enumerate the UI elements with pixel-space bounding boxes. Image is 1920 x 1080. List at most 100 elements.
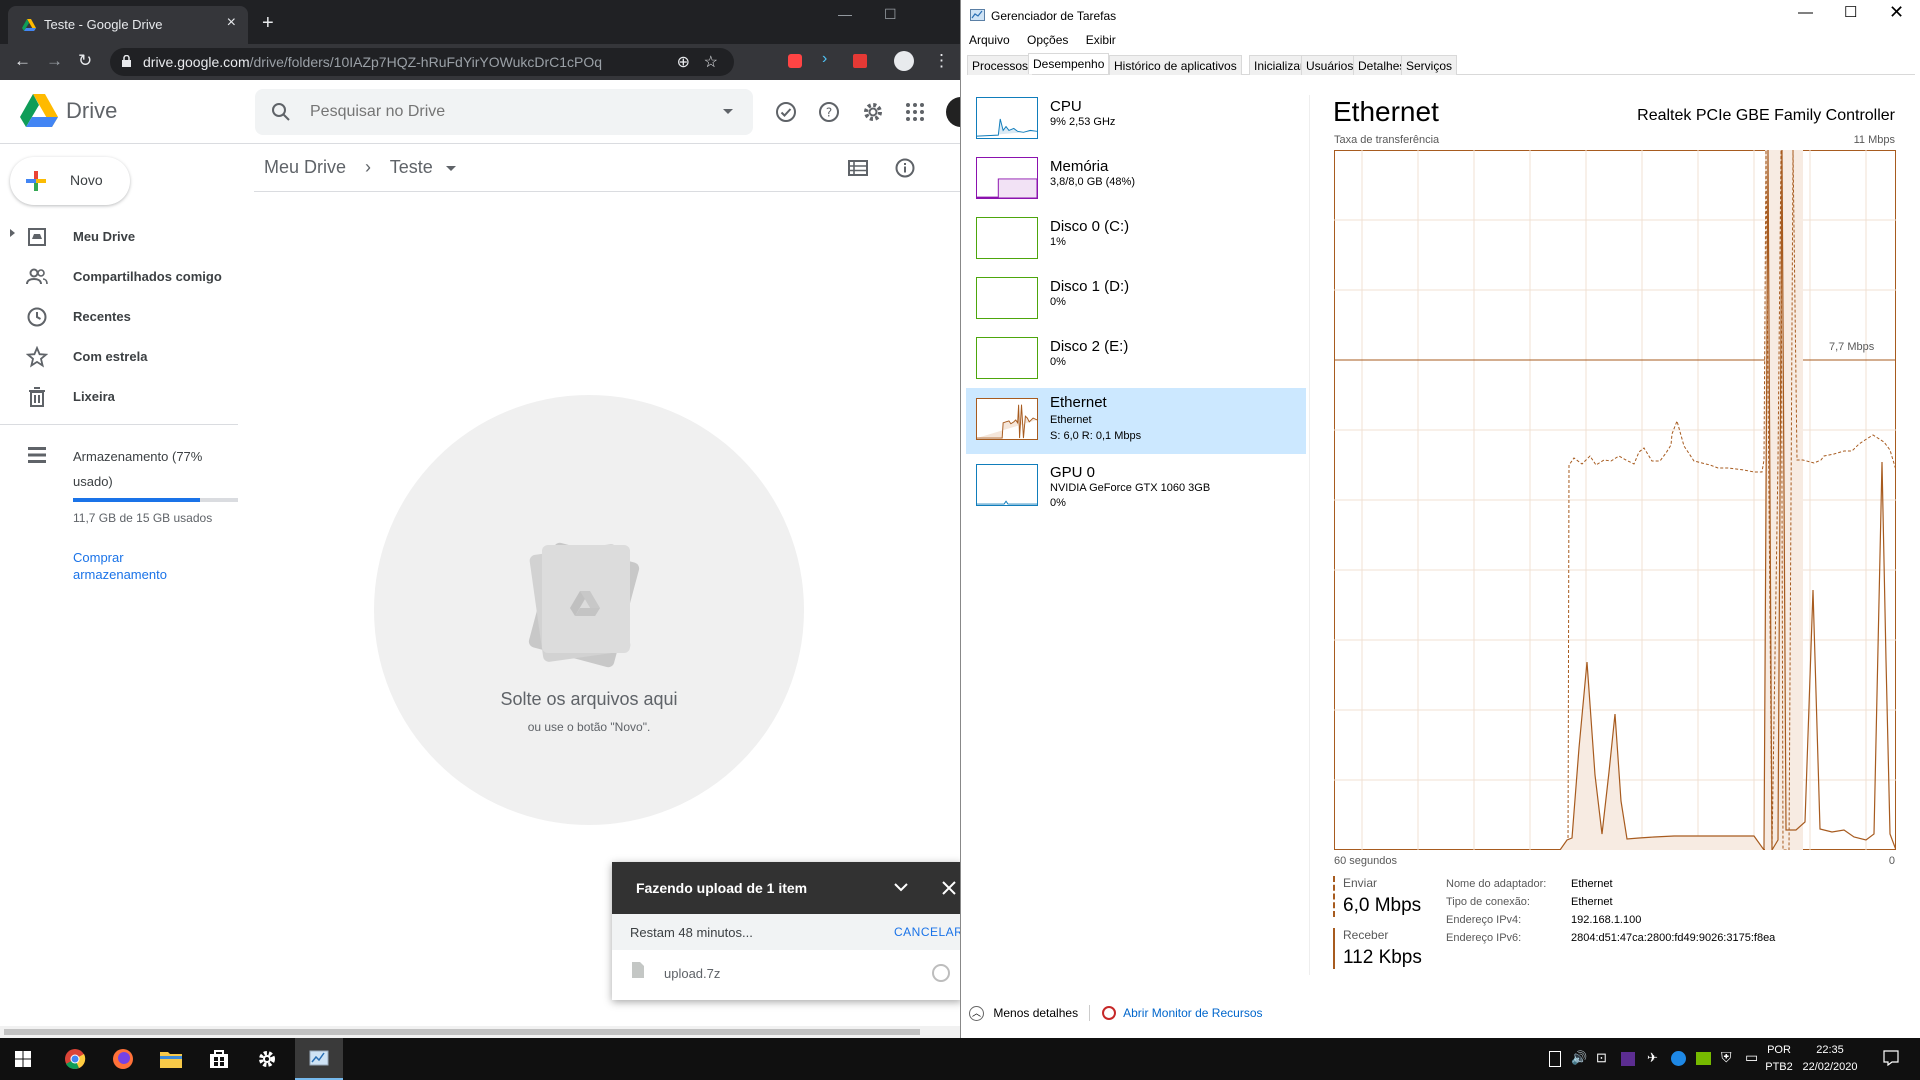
taskbar-store[interactable] — [195, 1038, 243, 1080]
close-icon[interactable] — [942, 881, 956, 895]
taskbar-settings[interactable] — [243, 1038, 291, 1080]
send-label: Enviar — [1343, 876, 1378, 890]
scrollbar-thumb[interactable] — [4, 1029, 920, 1035]
minimize-icon[interactable]: — — [838, 6, 852, 22]
offline-check-icon[interactable] — [774, 100, 798, 124]
back-icon[interactable]: ← — [14, 51, 31, 71]
resource-gpu[interactable]: GPU 0 NVIDIA GeForce GTX 1060 3GB 0% — [966, 457, 1306, 517]
chevron-up-icon[interactable]: ︿ — [969, 1005, 984, 1021]
notification-icon[interactable] — [1883, 1050, 1899, 1066]
apps-grid-icon[interactable] — [903, 100, 927, 124]
extension-icon[interactable] — [788, 54, 802, 68]
tab-app-history[interactable]: Histórico de aplicativos — [1109, 55, 1242, 75]
resource-sub: 9% 2,53 GHz — [1050, 116, 1116, 128]
star-icon — [26, 346, 48, 368]
tray-volume-icon[interactable]: 🔊 — [1571, 1050, 1587, 1066]
info-icon[interactable] — [894, 157, 916, 179]
menu-dots-icon[interactable]: ⋮ — [933, 51, 950, 71]
resource-name: CPU — [1050, 98, 1082, 115]
folder-menu-caret-icon[interactable] — [445, 165, 456, 171]
taskbar-chrome[interactable] — [51, 1038, 99, 1080]
star-icon[interactable]: ☆ — [704, 52, 718, 72]
profile-avatar-icon[interactable] — [894, 51, 914, 71]
resource-cpu[interactable]: CPU 9% 2,53 GHz — [966, 91, 1306, 149]
sidebar-item-starred[interactable]: Com estrela — [0, 338, 238, 374]
resource-memory[interactable]: Memória 3,8/8,0 GB (48%) — [966, 151, 1306, 209]
tray-clock[interactable]: 22:35 22/02/2020 — [1798, 1044, 1862, 1073]
cancel-upload-button[interactable]: CANCELAR — [894, 925, 960, 939]
resource-disk-1[interactable]: Disco 1 (D:) 0% — [966, 271, 1306, 329]
resource-disk-2[interactable]: Disco 2 (E:) 0% — [966, 331, 1306, 389]
add-icon[interactable]: ⊕ — [677, 52, 690, 72]
tm-title: Gerenciador de Tarefas — [991, 9, 1117, 23]
search-box[interactable] — [255, 89, 753, 135]
address-bar[interactable]: drive.google.com/drive/folders/10IAZp7HQ… — [110, 48, 734, 76]
reload-icon[interactable]: ↻ — [78, 51, 92, 71]
sidebar-item-shared[interactable]: Compartilhados comigo — [0, 258, 238, 294]
tray-app-icon[interactable] — [1621, 1052, 1635, 1066]
tray-monitor-icon[interactable]: ▭ — [1745, 1049, 1758, 1066]
list-view-icon[interactable] — [848, 158, 868, 178]
tm-minimize-icon[interactable]: — — [1798, 4, 1813, 21]
search-input[interactable] — [310, 101, 690, 123]
taskbar-file-explorer[interactable] — [147, 1038, 195, 1080]
tray-notes-icon[interactable] — [1549, 1051, 1561, 1067]
receive-value: 112 Kbps — [1343, 947, 1422, 968]
prop-key: Endereço IPv4: — [1446, 914, 1522, 926]
menu-file[interactable]: Arquivo — [969, 33, 1010, 47]
forward-icon[interactable]: → — [46, 51, 63, 71]
buy-storage-link[interactable]: Comprar armazenamento — [73, 549, 203, 583]
help-icon[interactable]: ? — [817, 100, 841, 124]
breadcrumb-root[interactable]: Meu Drive — [264, 157, 346, 177]
upload-remaining: Restam 48 minutos... — [630, 925, 753, 940]
trash-icon — [29, 387, 45, 407]
new-button[interactable]: Novo — [10, 157, 130, 205]
taskbar-firefox[interactable] — [99, 1038, 147, 1080]
breadcrumb-current[interactable]: Teste — [390, 157, 433, 177]
open-resource-monitor-link[interactable]: Abrir Monitor de Recursos — [1123, 1006, 1262, 1020]
tab-processes[interactable]: Processos — [967, 55, 1034, 75]
menu-options[interactable]: Opções — [1027, 33, 1068, 47]
extension-plus-icon[interactable] — [853, 54, 867, 68]
tray-security-icon[interactable]: ⛨ — [1721, 1049, 1732, 1066]
resource-name: Disco 0 (C:) — [1050, 218, 1130, 235]
sidebar-item-trash[interactable]: Lixeira — [0, 378, 238, 414]
taskbar-task-manager[interactable] — [295, 1038, 343, 1080]
tab-performance[interactable]: Desempenho — [1028, 53, 1110, 74]
maximize-icon[interactable]: ☐ — [884, 6, 897, 23]
tray-network-icon[interactable]: ⊡ — [1596, 1050, 1607, 1066]
menu-view[interactable]: Exibir — [1086, 33, 1116, 47]
lang-code: POR — [1767, 1044, 1791, 1056]
search-options-icon[interactable] — [723, 109, 733, 114]
resource-disk-0[interactable]: Disco 0 (C:) 1% — [966, 211, 1306, 269]
ethernet-thumbnail — [976, 398, 1038, 440]
sidebar-item-recent[interactable]: Recentes — [0, 298, 238, 334]
expand-arrow-icon[interactable] — [10, 229, 15, 237]
resource-ethernet[interactable]: Ethernet Ethernet S: 6,0 R: 0,1 Mbps — [966, 388, 1306, 454]
tray-nvidia-icon[interactable] — [1696, 1052, 1711, 1065]
browser-tab[interactable]: Teste - Google Drive × — [8, 6, 248, 44]
drive-favicon-icon — [22, 19, 36, 31]
horizontal-scrollbar[interactable] — [0, 1026, 960, 1038]
tab-services[interactable]: Serviços — [1401, 55, 1458, 75]
settings-gear-icon[interactable] — [861, 100, 885, 124]
tab-close-icon[interactable]: × — [227, 14, 236, 32]
account-avatar[interactable] — [946, 97, 960, 127]
keyboard-layout: PTB2 — [1765, 1061, 1793, 1073]
fewer-details-button[interactable]: Menos detalhes — [993, 1006, 1078, 1020]
collapse-chevron-icon[interactable] — [894, 882, 908, 892]
new-tab-icon[interactable]: + — [262, 12, 274, 35]
tray-steam-icon[interactable] — [1671, 1051, 1686, 1066]
url-text: drive.google.com/drive/folders/10IAZp7HQ… — [143, 54, 603, 70]
tray-language[interactable]: POR PTB2 — [1764, 1044, 1794, 1073]
tm-close-icon[interactable]: ✕ — [1889, 2, 1904, 23]
tab-users[interactable]: Usuários — [1301, 55, 1359, 75]
drop-zone[interactable]: Solte os arquivos aqui ou use o botão "N… — [374, 395, 804, 825]
sidebar-item-my-drive[interactable]: Meu Drive — [0, 218, 238, 254]
tab-startup[interactable]: Inicializar — [1249, 55, 1310, 75]
tray-tool-icon[interactable]: ✈ — [1647, 1050, 1658, 1066]
prop-key: Nome do adaptador: — [1446, 878, 1547, 890]
tm-maximize-icon[interactable]: ☐ — [1844, 3, 1857, 21]
windows-start-icon[interactable] — [15, 1051, 31, 1067]
extension-arrow-icon[interactable]: › — [822, 50, 838, 67]
